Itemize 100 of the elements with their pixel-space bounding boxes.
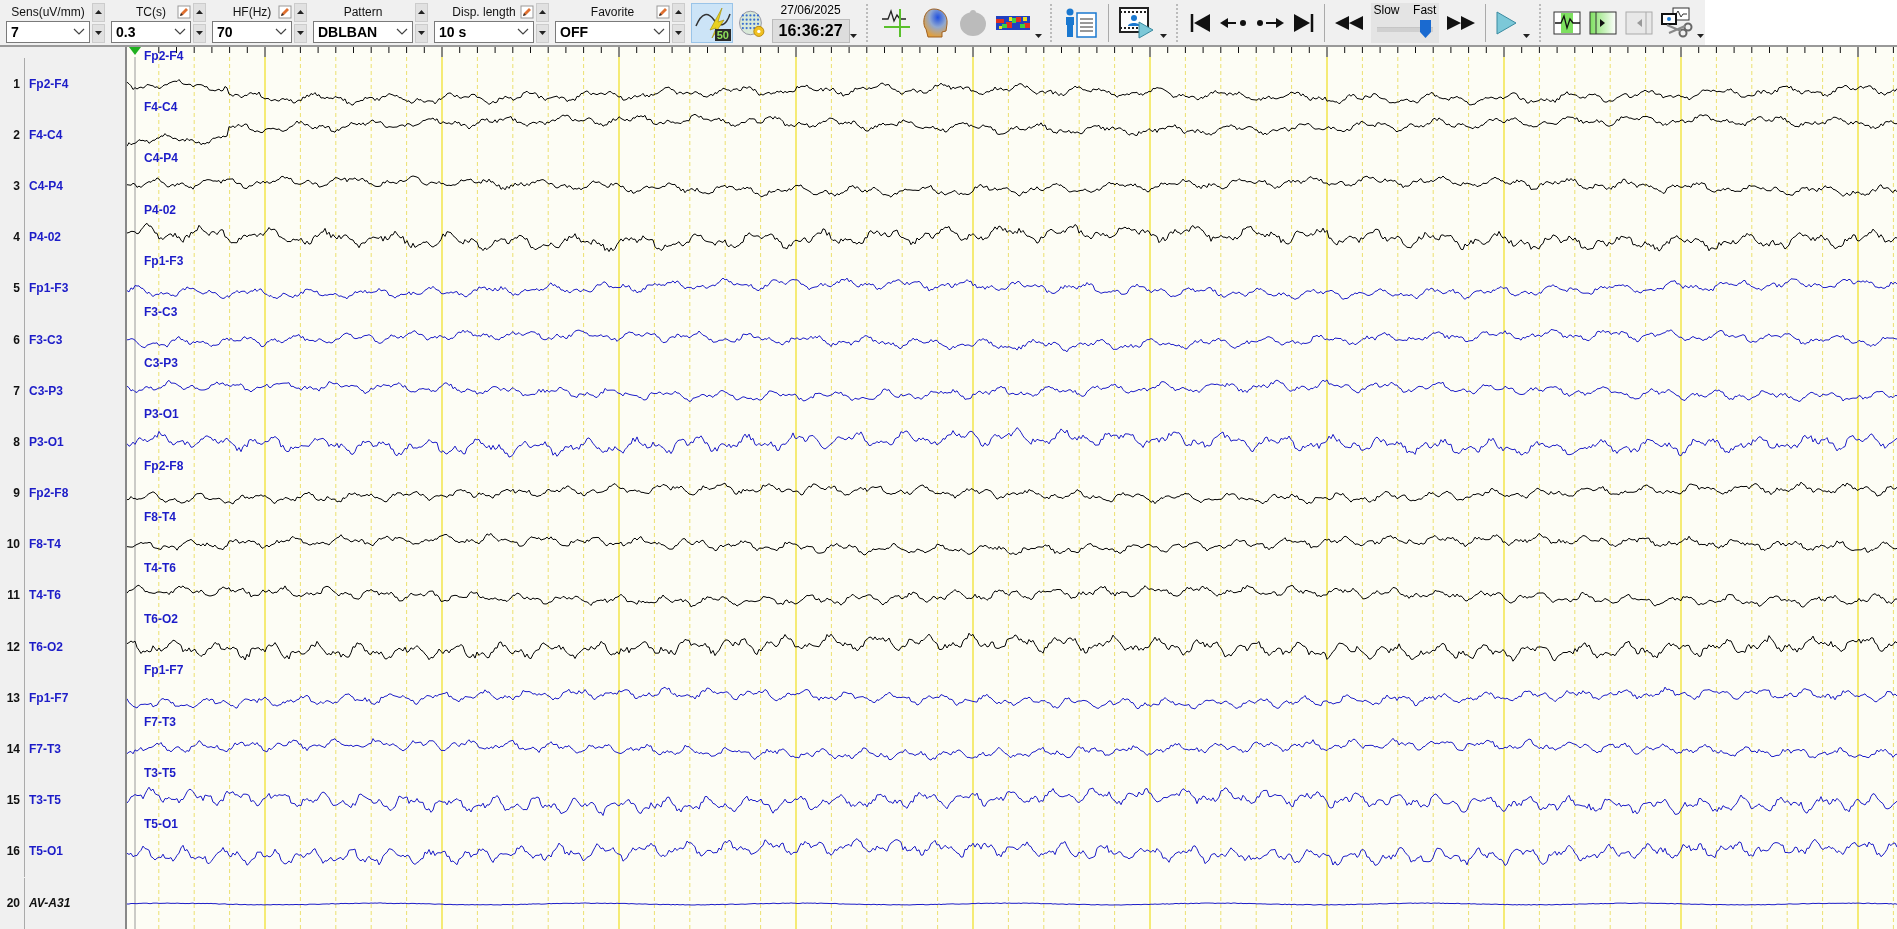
dropdown-arrow-button[interactable] bbox=[849, 31, 858, 41]
chevron-icon bbox=[275, 27, 287, 36]
dropdown-arrow-button[interactable] bbox=[1034, 31, 1043, 41]
dropdown[interactable]: 7 bbox=[6, 20, 90, 43]
field-label: TC(s) bbox=[135, 5, 167, 19]
dropdown-arrow-button[interactable] bbox=[1696, 31, 1706, 41]
up-arrow-icon bbox=[675, 10, 682, 14]
trace-label: C4-P4 bbox=[144, 151, 178, 166]
pencil-icon[interactable] bbox=[177, 5, 191, 19]
channel-label[interactable]: T4-T6 bbox=[25, 588, 61, 603]
channel-number: 4 bbox=[0, 211, 25, 263]
pencil-icon[interactable] bbox=[278, 5, 292, 19]
up-arrow-icon bbox=[196, 10, 203, 14]
trace-label: T6-O2 bbox=[144, 612, 178, 627]
spin-down-button[interactable] bbox=[415, 23, 428, 43]
chevron-icon bbox=[653, 27, 665, 36]
spin-down-button[interactable] bbox=[294, 23, 307, 43]
notch-filter-button[interactable]: 50 bbox=[691, 2, 733, 43]
field-label: Pattern bbox=[342, 5, 384, 19]
channel-number: 10 bbox=[0, 518, 25, 570]
down-arrow-icon bbox=[95, 31, 102, 35]
fast-label: Fast bbox=[1413, 2, 1437, 17]
channel-label[interactable]: T5-O1 bbox=[25, 844, 63, 859]
play-icon bbox=[1496, 10, 1519, 35]
down-arrow-icon bbox=[675, 31, 682, 35]
channel-number: 13 bbox=[0, 672, 25, 724]
channel-number: 15 bbox=[0, 774, 25, 826]
channel-label[interactable]: AV-A31 bbox=[25, 896, 71, 911]
field-label: Disp. length bbox=[451, 5, 517, 19]
marker-triangle-icon[interactable] bbox=[129, 47, 141, 55]
back-panel-icon bbox=[1624, 10, 1653, 35]
person-document-icon bbox=[1064, 6, 1099, 39]
trace-label: C3-P3 bbox=[144, 356, 178, 371]
channel-number: 1 bbox=[0, 58, 25, 110]
spectrum-map-icon bbox=[996, 15, 1030, 30]
channel-label[interactable]: F3-C3 bbox=[25, 332, 63, 347]
field-label: Sens(uV/mm) bbox=[10, 5, 86, 19]
trace-label: F3-C3 bbox=[144, 305, 178, 319]
pencil-icon[interactable] bbox=[520, 5, 534, 19]
spin-down-button[interactable] bbox=[536, 23, 549, 43]
channel-number: 3 bbox=[0, 160, 25, 212]
spin-up-button[interactable] bbox=[92, 2, 105, 22]
dropdown-arrow-button[interactable] bbox=[1522, 31, 1531, 41]
slider-thumb[interactable] bbox=[1419, 19, 1431, 38]
dropdown[interactable]: 0.3 bbox=[111, 20, 191, 43]
trace-label: Fp2-F4 bbox=[144, 49, 184, 63]
spin-up-button[interactable] bbox=[672, 2, 685, 22]
channel-label[interactable]: P3-O1 bbox=[25, 434, 64, 449]
dropdown[interactable]: 70 bbox=[212, 20, 292, 43]
channel-label[interactable]: P4-02 bbox=[25, 230, 62, 245]
trace-label: T5-O1 bbox=[144, 817, 178, 831]
slow-label: Slow bbox=[1373, 2, 1400, 17]
film-scissors-icon bbox=[1660, 6, 1693, 39]
down-arrow-icon bbox=[539, 31, 546, 35]
trace-label: P4-02 bbox=[144, 202, 177, 217]
step-forward-icon bbox=[1255, 15, 1284, 30]
waveform-panel-icon bbox=[1552, 10, 1581, 35]
channel-label[interactable]: Fp2-F4 bbox=[25, 76, 69, 91]
spin-down-button[interactable] bbox=[92, 23, 105, 43]
up-arrow-icon bbox=[539, 10, 546, 14]
channel-number: 7 bbox=[0, 365, 25, 417]
date-text: 27/06/2025 bbox=[780, 2, 841, 19]
up-arrow-icon bbox=[418, 10, 425, 14]
down-arrow-icon bbox=[297, 31, 304, 35]
dropdown[interactable]: OFF bbox=[555, 20, 670, 43]
spin-up-button[interactable] bbox=[294, 2, 307, 22]
channel-label[interactable]: C4-P4 bbox=[25, 178, 63, 193]
up-arrow-icon bbox=[95, 10, 102, 14]
channel-number: 14 bbox=[0, 723, 25, 775]
trace-label: T3-T5 bbox=[144, 765, 176, 780]
channel-number: 20 bbox=[0, 877, 25, 929]
chevron-icon bbox=[174, 27, 186, 36]
chevron-icon bbox=[396, 27, 408, 36]
spin-up-button[interactable] bbox=[415, 2, 428, 22]
chevron-icon bbox=[517, 27, 529, 36]
channel-label[interactable]: C3-P3 bbox=[25, 383, 63, 398]
channel-number: 9 bbox=[0, 467, 25, 519]
spin-down-button[interactable] bbox=[193, 23, 206, 43]
dropdown-arrow-button[interactable] bbox=[1159, 31, 1168, 41]
channel-label[interactable]: F8-T4 bbox=[25, 537, 61, 552]
channel-label[interactable]: F4-C4 bbox=[25, 127, 63, 142]
dropdown[interactable]: 10 s bbox=[434, 20, 534, 43]
channel-label[interactable]: Fp2-F8 bbox=[25, 486, 69, 501]
trace-label: F7-T3 bbox=[144, 714, 176, 729]
channel-label[interactable]: T6-O2 bbox=[25, 639, 63, 654]
channel-label[interactable]: T3-T5 bbox=[25, 793, 61, 808]
spin-up-button[interactable] bbox=[536, 2, 549, 22]
fast-forward-icon bbox=[1447, 15, 1476, 30]
trace-label: Fp1-F3 bbox=[144, 253, 184, 268]
down-arrow-icon bbox=[196, 31, 203, 35]
chevron-icon bbox=[73, 27, 85, 36]
pencil-icon[interactable] bbox=[656, 5, 670, 19]
video-play-icon bbox=[1119, 5, 1156, 40]
channel-label[interactable]: F7-T3 bbox=[25, 742, 61, 757]
channel-label[interactable]: Fp1-F3 bbox=[25, 281, 69, 296]
channel-number: 2 bbox=[0, 109, 25, 161]
channel-label[interactable]: Fp1-F7 bbox=[25, 690, 69, 705]
dropdown[interactable]: DBLBAN bbox=[313, 20, 413, 43]
spin-up-button[interactable] bbox=[193, 2, 206, 22]
spin-down-button[interactable] bbox=[672, 23, 685, 43]
